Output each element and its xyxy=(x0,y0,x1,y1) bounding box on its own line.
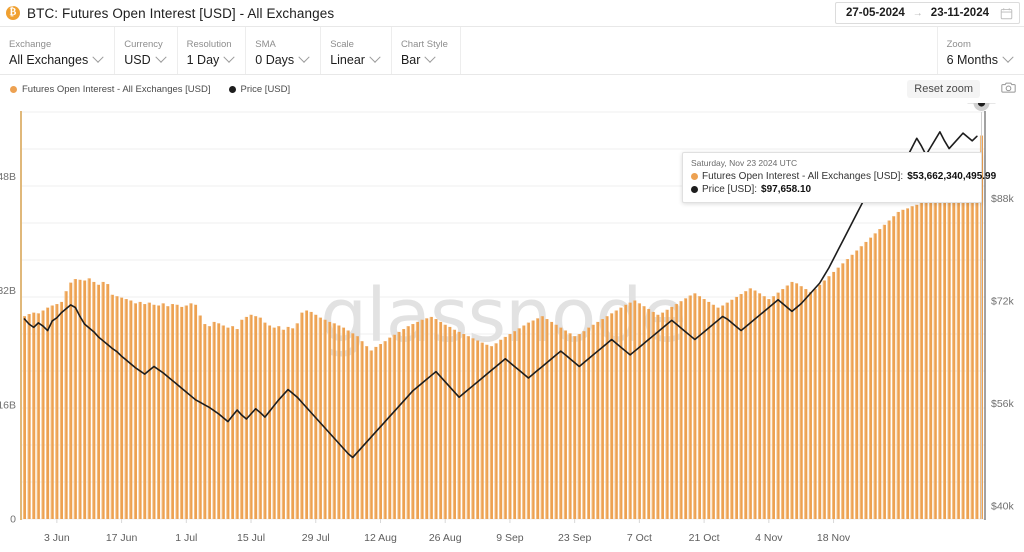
legend-label-price: Price [USD] xyxy=(241,84,291,95)
controls-spacer xyxy=(461,27,938,74)
chevron-down-icon xyxy=(155,51,166,62)
svg-text:15 Jul: 15 Jul xyxy=(237,532,265,544)
svg-text:$88k: $88k xyxy=(991,193,1015,205)
control-currency[interactable]: Currency USD xyxy=(115,27,177,74)
control-currency-value: USD xyxy=(124,51,150,69)
legend-item-price[interactable]: Price [USD] xyxy=(229,84,291,95)
svg-text:32B: 32B xyxy=(0,285,16,297)
date-range-arrow-icon: → xyxy=(911,8,925,19)
tooltip-value-open-interest: $53,662,340,495.99 xyxy=(907,170,996,183)
control-zoom-label: Zoom xyxy=(947,38,1012,51)
bitcoin-icon: ₿ xyxy=(6,6,20,20)
svg-text:12 Aug: 12 Aug xyxy=(364,532,397,544)
tooltip-value-price: $97,658.10 xyxy=(761,183,811,196)
svg-text:29 Jul: 29 Jul xyxy=(302,532,330,544)
control-scale-label: Scale xyxy=(330,38,379,51)
svg-text:0: 0 xyxy=(10,514,16,526)
control-chart-style[interactable]: Chart Style Bar xyxy=(392,27,461,74)
control-chart-style-value: Bar xyxy=(401,51,420,69)
control-sma[interactable]: SMA 0 Days xyxy=(246,27,321,74)
chevron-down-icon xyxy=(299,51,310,62)
control-currency-label: Currency xyxy=(124,38,164,51)
legend-item-open-interest[interactable]: Futures Open Interest - All Exchanges [U… xyxy=(10,84,211,95)
date-from-field[interactable]: 27-05-2024 xyxy=(840,7,911,19)
svg-text:4 Nov: 4 Nov xyxy=(755,532,783,544)
calendar-icon[interactable] xyxy=(1000,7,1013,20)
chart-controls-bar: Exchange All Exchanges Currency USD Reso… xyxy=(0,27,1024,75)
svg-text:1 Jul: 1 Jul xyxy=(175,532,197,544)
tooltip-date: Saturday, Nov 23 2024 UTC xyxy=(691,158,973,168)
control-sma-label: SMA xyxy=(255,38,308,51)
legend-color-dot-orange xyxy=(10,86,17,93)
page-header: ₿ BTC: Futures Open Interest [USD] - All… xyxy=(0,0,1024,27)
control-resolution[interactable]: Resolution 1 Day xyxy=(178,27,247,74)
svg-text:16B: 16B xyxy=(0,399,16,411)
svg-text:17 Jun: 17 Jun xyxy=(106,532,138,544)
svg-text:7 Oct: 7 Oct xyxy=(627,532,652,544)
svg-text:18 Nov: 18 Nov xyxy=(817,532,851,544)
reset-zoom-button[interactable]: Reset zoom xyxy=(907,80,980,98)
tooltip-label-price: Price [USD]: xyxy=(702,183,757,196)
tooltip-color-dot-orange xyxy=(691,173,698,180)
chevron-down-icon xyxy=(224,51,235,62)
tooltip-label-open-interest: Futures Open Interest - All Exchanges [U… xyxy=(702,170,903,183)
control-exchange[interactable]: Exchange All Exchanges xyxy=(0,27,115,74)
control-resolution-value: 1 Day xyxy=(187,51,220,69)
control-sma-value: 0 Days xyxy=(255,51,294,69)
tooltip-row-open-interest: Futures Open Interest - All Exchanges [U… xyxy=(691,170,973,183)
page-title: BTC: Futures Open Interest [USD] - All E… xyxy=(27,6,334,21)
date-to-field[interactable]: 23-11-2024 xyxy=(925,7,995,19)
svg-text:23 Sep: 23 Sep xyxy=(558,532,591,544)
svg-text:3 Jun: 3 Jun xyxy=(44,532,70,544)
legend-color-dot-black xyxy=(229,86,236,93)
control-exchange-label: Exchange xyxy=(9,38,102,51)
date-range-picker[interactable]: 27-05-2024 → 23-11-2024 xyxy=(835,2,1020,24)
control-scale-value: Linear xyxy=(330,51,365,69)
glassnode-chart-page: ₿ BTC: Futures Open Interest [USD] - All… xyxy=(0,0,1024,552)
chevron-down-icon xyxy=(1002,51,1013,62)
svg-text:48B: 48B xyxy=(0,171,16,183)
control-exchange-value: All Exchanges xyxy=(9,51,88,69)
svg-text:21 Oct: 21 Oct xyxy=(689,532,720,544)
svg-text:$56k: $56k xyxy=(991,398,1015,410)
control-zoom[interactable]: Zoom 6 Months xyxy=(938,27,1024,74)
chart-legend: Futures Open Interest - All Exchanges [U… xyxy=(0,75,1024,103)
tooltip-color-dot-black xyxy=(691,186,698,193)
chart-tooltip: Saturday, Nov 23 2024 UTC Futures Open I… xyxy=(682,152,982,203)
svg-text:9 Sep: 9 Sep xyxy=(496,532,524,544)
chevron-down-icon xyxy=(369,51,380,62)
camera-icon[interactable] xyxy=(1001,80,1016,95)
svg-text:$40k: $40k xyxy=(991,501,1015,513)
svg-text:$72k: $72k xyxy=(991,296,1015,308)
chevron-down-icon xyxy=(425,51,436,62)
control-zoom-value: 6 Months xyxy=(947,51,998,69)
control-resolution-label: Resolution xyxy=(187,38,234,51)
chevron-down-icon xyxy=(93,51,104,62)
tooltip-row-price: Price [USD]: $97,658.10 xyxy=(691,183,973,196)
svg-text:26 Aug: 26 Aug xyxy=(429,532,462,544)
control-chart-style-label: Chart Style xyxy=(401,38,448,51)
control-scale[interactable]: Scale Linear xyxy=(321,27,392,74)
legend-label-open-interest: Futures Open Interest - All Exchanges [U… xyxy=(22,84,211,95)
